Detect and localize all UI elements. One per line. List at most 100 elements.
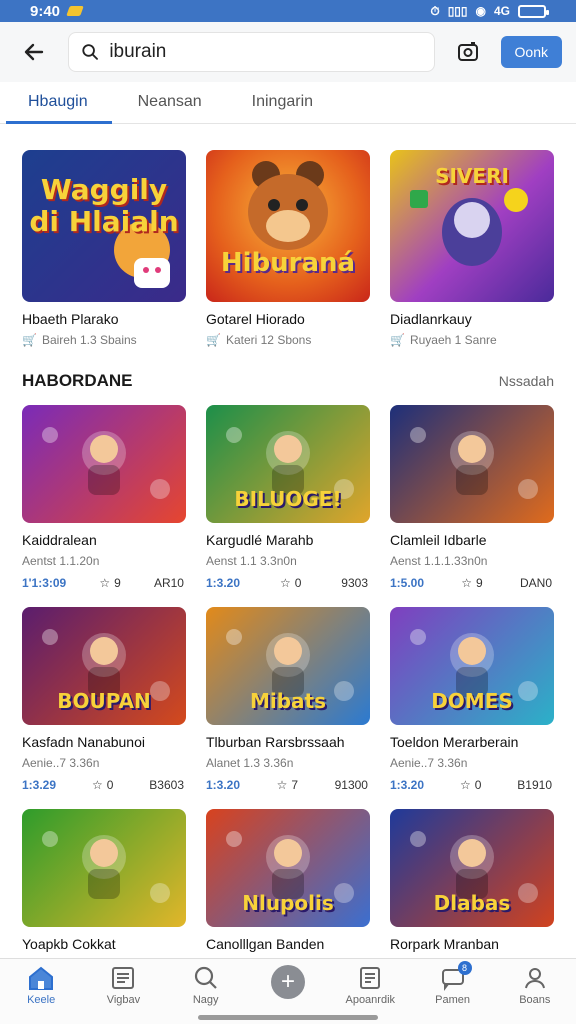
game-title: Tlburban Rarsbrssaah (206, 734, 345, 750)
star-icon: ☆ (459, 778, 471, 792)
rating-value: 0 (106, 778, 114, 792)
game-art (248, 161, 328, 250)
tab-0[interactable]: Hbaugin (6, 93, 112, 124)
section-title: HABORDANE (22, 371, 133, 390)
featured-card[interactable]: Waggily di Hlaialn Hbaeth Plarako 🛒 Bair… (22, 150, 186, 347)
bag-icon: 🛒 (206, 333, 221, 347)
featured-card[interactable]: Hiburaná Gotarel Hiorado 🛒 Kateri 12 Sbo… (206, 150, 370, 347)
search-icon (194, 966, 217, 989)
game-card[interactable]: DOMES Toeldon Merarberain Aenie..7 3.36n 1:… (390, 607, 554, 792)
game-count: 9303 (341, 576, 368, 590)
game-subtitle: Alanet 1.3 3.36n (206, 756, 294, 770)
bottom-navigation: Keele Vigbav Nagy + Apoanrdik 8 Pamen Bo… (0, 958, 576, 1024)
rating-value: 9 (114, 576, 121, 590)
nav-home[interactable]: Keele (6, 965, 76, 1006)
game-thumbnail[interactable]: SIVERI (390, 150, 554, 302)
game-art-title: DOMES (431, 689, 513, 713)
nav-create[interactable]: + (253, 965, 323, 999)
game-time: 1'1:3:09 (22, 576, 67, 590)
game-title: Rorpark Mranban (390, 936, 499, 952)
game-art-title: Mibats (249, 689, 327, 713)
game-card[interactable]: BOUPAN Kasfadn Nanabunoi Aenie..7 3.36n 1:3… (22, 607, 186, 792)
nav-profile[interactable]: Boans (500, 965, 570, 1006)
game-time: 1:3.20 (206, 778, 241, 792)
camera-button[interactable] (449, 33, 487, 71)
game-thumbnail[interactable]: Waggily di Hlaialn (22, 150, 186, 302)
featured-card[interactable]: SIVERI Diadlanrkauy 🛒 Ruyaeh 1 Sanre (390, 150, 554, 347)
game-art-title: Nlupolis (242, 891, 334, 915)
results-content: Waggily di Hlaialn Hbaeth Plarako 🛒 Bair… (0, 150, 576, 972)
game-time: 1:5.00 (390, 576, 425, 590)
game-title: Kargudlé Marahb (206, 532, 314, 548)
game-subtitle: Aentst 1.1.20n (22, 554, 100, 568)
game-stats: 1:3.20 ☆ 0 9303 (206, 576, 370, 590)
game-card[interactable]: NlupolisCanolllgan BandenAlanet 1.2 3.36… (206, 809, 370, 972)
game-count: AR10 (153, 576, 184, 590)
game-thumbnail[interactable]: BILUOGE! (206, 405, 370, 523)
search-bar[interactable] (68, 32, 435, 72)
bag-icon: 🛒 (390, 333, 405, 347)
game-thumbnail[interactable]: Hiburaná (206, 150, 370, 302)
game-card[interactable]: Kaiddralean Aentst 1.1.20n 1'1:3:09 ☆ 9 AR10 (22, 405, 186, 590)
nav-search[interactable]: Nagy (171, 965, 241, 1006)
game-card[interactable]: Clamleil Idbarle Aenst 1.1.1.33n0n 1:5.00 ☆… (390, 405, 554, 590)
game-title: Hbaeth Plarako (22, 311, 119, 327)
game-thumbnail[interactable] (22, 405, 186, 523)
game-thumbnail[interactable] (22, 809, 186, 927)
tab-2[interactable]: Iningarin (232, 93, 333, 123)
home-indicator[interactable] (198, 1015, 378, 1020)
back-button[interactable] (14, 32, 54, 72)
game-thumbnail[interactable]: Mibats (206, 607, 370, 725)
nav-doc[interactable]: Apoanrdik (335, 965, 405, 1006)
game-subtitle: Kateri 12 Sbons (225, 333, 312, 347)
featured-row: Waggily di Hlaialn Hbaeth Plarako 🛒 Bair… (22, 150, 554, 347)
game-subtitle: Aenst 1.1 3.3n0n (206, 554, 297, 568)
game-thumbnail[interactable]: DOMES (390, 607, 554, 725)
nav-label: Vigbav (106, 994, 141, 1006)
game-card[interactable]: BILUOGE! Kargudlé Marahb Aenst 1.1 3.3n0n 1… (206, 405, 370, 590)
game-stats: 1:3.20 ☆ 0 B1910 (390, 778, 554, 792)
alarm-icon: ⏱ (430, 3, 440, 18)
game-art (410, 427, 538, 499)
game-title: Diadlanrkauy (390, 311, 472, 327)
game-art-title: BOUPAN (57, 689, 151, 713)
game-card[interactable]: Yoapkb CokkatAenie 1.1.33n0n (22, 809, 186, 972)
game-meta: 🛒 Kateri 12 Sbons (206, 333, 370, 347)
doc-icon (360, 967, 381, 989)
game-card[interactable]: Mibats Tlburban Rarsbrssaah Alanet 1.3 3.3… (206, 607, 370, 792)
home-icon (29, 966, 54, 990)
search-input[interactable] (109, 41, 422, 63)
top-bar: Oonk (0, 22, 576, 82)
game-thumbnail[interactable]: Dlabas (390, 809, 554, 927)
game-rating: ☆ 9 (99, 576, 120, 590)
notification-badge: 8 (457, 961, 472, 975)
game-stats: 1'1:3:09 ☆ 9 AR10 (22, 576, 186, 590)
game-art-title: BILUOGE! (234, 487, 342, 511)
game-thumbnail[interactable]: Nlupolis (206, 809, 370, 927)
rating-value: 0 (474, 778, 482, 792)
game-subtitle: Aenie..7 3.36n (22, 756, 100, 770)
game-art-title: Dlabas (433, 891, 511, 915)
tab-1[interactable]: Neansan (118, 93, 222, 123)
section-header: HABORDANE Nssadah (22, 371, 554, 391)
camera-icon (457, 42, 478, 61)
game-art-title: Hiburaná (220, 248, 356, 278)
game-time: 1:3.20 (206, 576, 241, 590)
nav-label: Apoanrdik (345, 994, 396, 1006)
game-rating: ☆ 0 (280, 576, 301, 590)
game-rating: ☆ 0 (92, 778, 113, 792)
search-go-button[interactable]: Oonk (500, 36, 562, 68)
section-see-all-link[interactable]: Nssadah (499, 373, 554, 389)
game-thumbnail[interactable] (390, 405, 554, 523)
game-title: Clamleil Idbarle (390, 532, 487, 548)
game-thumbnail[interactable]: BOUPAN (22, 607, 186, 725)
arrow-left-icon (24, 43, 44, 61)
game-count: DAN0 (519, 576, 552, 590)
game-card[interactable]: DlabasRorpark MranbanAenie 1.2 3.36n (390, 809, 554, 972)
game-stats: 1:3.20 ☆ 7 91300 (206, 778, 370, 792)
nav-list[interactable]: Vigbav (88, 965, 158, 1006)
game-time: 1:3.29 (22, 778, 57, 792)
game-art (42, 427, 170, 499)
nav-chat[interactable]: 8 Pamen (418, 961, 488, 1006)
game-subtitle: Baireh 1.3 Sbains (41, 333, 137, 347)
